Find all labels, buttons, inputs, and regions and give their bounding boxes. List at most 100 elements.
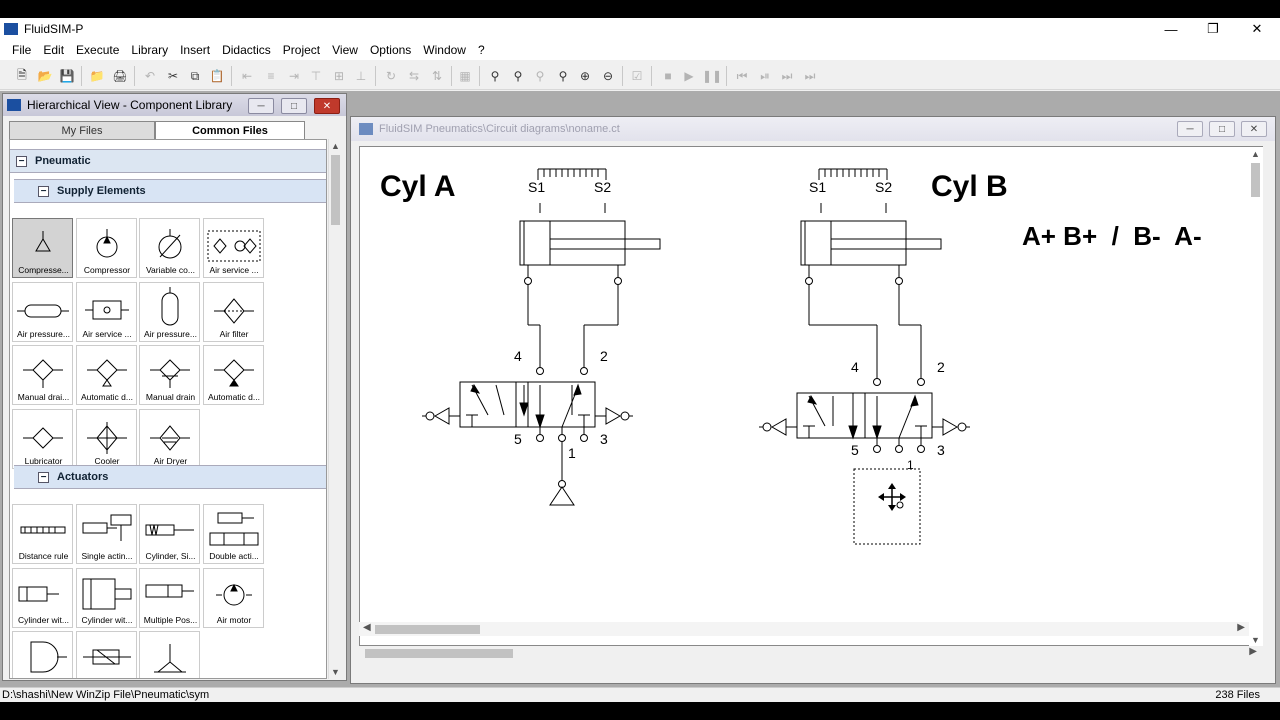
library-item[interactable]: Cooler	[75, 408, 137, 469]
library-close-button[interactable]: ✕	[314, 98, 340, 114]
menu-file[interactable]: File	[6, 43, 37, 57]
execute-until-icon[interactable]: ⏭	[801, 67, 819, 85]
step-forward-icon[interactable]: ⏭	[778, 67, 796, 85]
mirror-horizontal-icon[interactable]: ⇆	[405, 67, 423, 85]
open-folder-icon[interactable]: 📂	[36, 67, 54, 85]
compressed-air-supply-symbol[interactable]	[549, 486, 575, 506]
collapse-icon[interactable]: −	[16, 155, 27, 167]
canvas-vertical-scrollbar[interactable]: ▲ ▼	[1249, 147, 1263, 647]
menu-view[interactable]: View	[326, 43, 364, 57]
circuit-close-button[interactable]: ✕	[1241, 121, 1267, 137]
collapse-icon[interactable]: −	[38, 471, 49, 483]
align-top-icon[interactable]: ⊤	[307, 67, 325, 85]
window-horizontal-scrollbar[interactable]: ▶	[353, 646, 1263, 660]
canvas-hscroll-thumb[interactable]	[375, 625, 480, 634]
minimize-icon[interactable]: —	[1150, 18, 1192, 40]
library-scroll-thumb[interactable]	[331, 155, 340, 225]
align-left-icon[interactable]: ⇤	[238, 67, 256, 85]
window-hscroll-thumb[interactable]	[365, 649, 513, 658]
library-item[interactable]: Manual drai...	[12, 345, 73, 405]
menu-options[interactable]: Options	[364, 43, 417, 57]
menu-execute[interactable]: Execute	[70, 43, 125, 57]
library-item[interactable]: Single actin...	[75, 504, 137, 564]
close-icon[interactable]: ✕	[1236, 18, 1278, 40]
library-item[interactable]: Cylinder wit...	[12, 567, 73, 628]
library-item[interactable]: Air motor	[202, 567, 264, 628]
menu-window[interactable]: Window	[417, 43, 472, 57]
align-right-icon[interactable]: ⇥	[285, 67, 303, 85]
library-item[interactable]: Distance rule	[12, 504, 73, 564]
align-bottom-icon[interactable]: ⊥	[352, 67, 370, 85]
paste-icon[interactable]: 📋	[208, 67, 226, 85]
library-item[interactable]: Compressor	[75, 218, 137, 278]
library-item[interactable]: Air service ...	[202, 218, 264, 278]
section-supply-elements[interactable]: − Supply Elements	[14, 179, 326, 203]
library-item[interactable]: Cylinder, Si...	[139, 504, 200, 564]
align-center-icon[interactable]: ≡	[262, 67, 280, 85]
menu-insert[interactable]: Insert	[174, 43, 216, 57]
library-vertical-scrollbar[interactable]: ▲ ▼	[328, 139, 342, 679]
library-item[interactable]: Air Dryer	[139, 408, 200, 469]
tab-common-files[interactable]: Common Files	[155, 121, 305, 139]
start-icon[interactable]: ▶	[680, 67, 698, 85]
valve-a-5-2-way[interactable]	[422, 381, 633, 429]
cylinder-b-symbol[interactable]	[800, 220, 942, 266]
library-item[interactable]: Multiple Pos...	[139, 567, 200, 628]
library-item[interactable]: Variable co...	[139, 218, 200, 278]
zoom-100-icon[interactable]: ⚲	[486, 67, 504, 85]
drag-selection-box[interactable]	[853, 468, 921, 545]
cut-icon[interactable]: ✂	[164, 67, 182, 85]
grid-icon[interactable]: ▦	[456, 67, 474, 85]
library-item[interactable]: Automatic d...	[202, 345, 264, 405]
canvas-horizontal-scrollbar[interactable]: ◀ ▶	[359, 622, 1249, 636]
zoom-fit-icon[interactable]: ⚲	[509, 67, 527, 85]
library-item[interactable]: Cylinder wit...	[75, 567, 137, 628]
zoom-in-icon[interactable]: ⊕	[576, 67, 594, 85]
menu-edit[interactable]: Edit	[37, 43, 70, 57]
collapse-icon[interactable]: −	[38, 185, 49, 197]
library-item[interactable]	[12, 631, 73, 678]
undo-icon[interactable]: ↶	[141, 67, 159, 85]
section-actuators[interactable]: − Actuators	[14, 465, 326, 489]
library-item[interactable]: Air filter	[202, 281, 264, 342]
library-item[interactable]	[139, 631, 200, 678]
library-item[interactable]: Air pressure...	[12, 281, 73, 342]
section-pneumatic[interactable]: − Pneumatic	[10, 149, 326, 173]
cylinder-a-symbol[interactable]	[519, 220, 661, 266]
menu-help[interactable]: ?	[472, 43, 491, 57]
library-item[interactable]: Air pressure...	[139, 281, 200, 342]
canvas-vscroll-thumb[interactable]	[1251, 163, 1260, 197]
library-item[interactable]: Manual drain	[139, 345, 200, 405]
library-item[interactable]: Double acti...	[202, 504, 264, 564]
library-maximize-button[interactable]: □	[281, 98, 307, 114]
library-item[interactable]: Automatic d...	[75, 345, 137, 405]
library-item[interactable]: Air service ...	[75, 281, 137, 342]
library-item[interactable]	[75, 631, 137, 678]
new-file-icon[interactable]: 🗎	[13, 67, 31, 85]
open-project-icon[interactable]: 📁	[88, 67, 106, 85]
reset-icon[interactable]: ⏮	[733, 67, 751, 85]
stop-icon[interactable]: ■	[659, 67, 677, 85]
library-item[interactable]: Compresse...	[12, 218, 73, 278]
print-icon[interactable]: 🖨	[111, 67, 129, 85]
align-middle-icon[interactable]: ⊞	[330, 67, 348, 85]
zoom-window-icon[interactable]: ⚲	[554, 67, 572, 85]
restore-icon[interactable]: ❐	[1192, 18, 1234, 40]
menu-library[interactable]: Library	[125, 43, 174, 57]
library-minimize-button[interactable]: ─	[248, 98, 274, 114]
circuit-canvas[interactable]: Cyl A Cyl B A+ B+ / B- A- S1 S2 S1 S2 4 …	[359, 146, 1263, 647]
tab-my-files[interactable]: My Files	[9, 121, 155, 139]
mirror-vertical-icon[interactable]: ⇅	[428, 67, 446, 85]
valve-b-5-2-way[interactable]	[759, 392, 970, 440]
pause-icon[interactable]: ❚❚	[702, 67, 722, 85]
check-drawing-icon[interactable]: ☑	[628, 67, 646, 85]
save-icon[interactable]: 💾	[58, 67, 76, 85]
circuit-minimize-button[interactable]: ─	[1177, 121, 1203, 137]
single-step-icon[interactable]: ⏯	[756, 67, 774, 85]
library-item[interactable]: Lubricator	[12, 408, 73, 469]
copy-icon[interactable]: ⧉	[186, 67, 204, 85]
rotate-icon[interactable]: ↻	[382, 67, 400, 85]
zoom-out-icon[interactable]: ⊖	[599, 67, 617, 85]
circuit-maximize-button[interactable]: □	[1209, 121, 1235, 137]
zoom-selection-icon[interactable]: ⚲	[531, 67, 549, 85]
